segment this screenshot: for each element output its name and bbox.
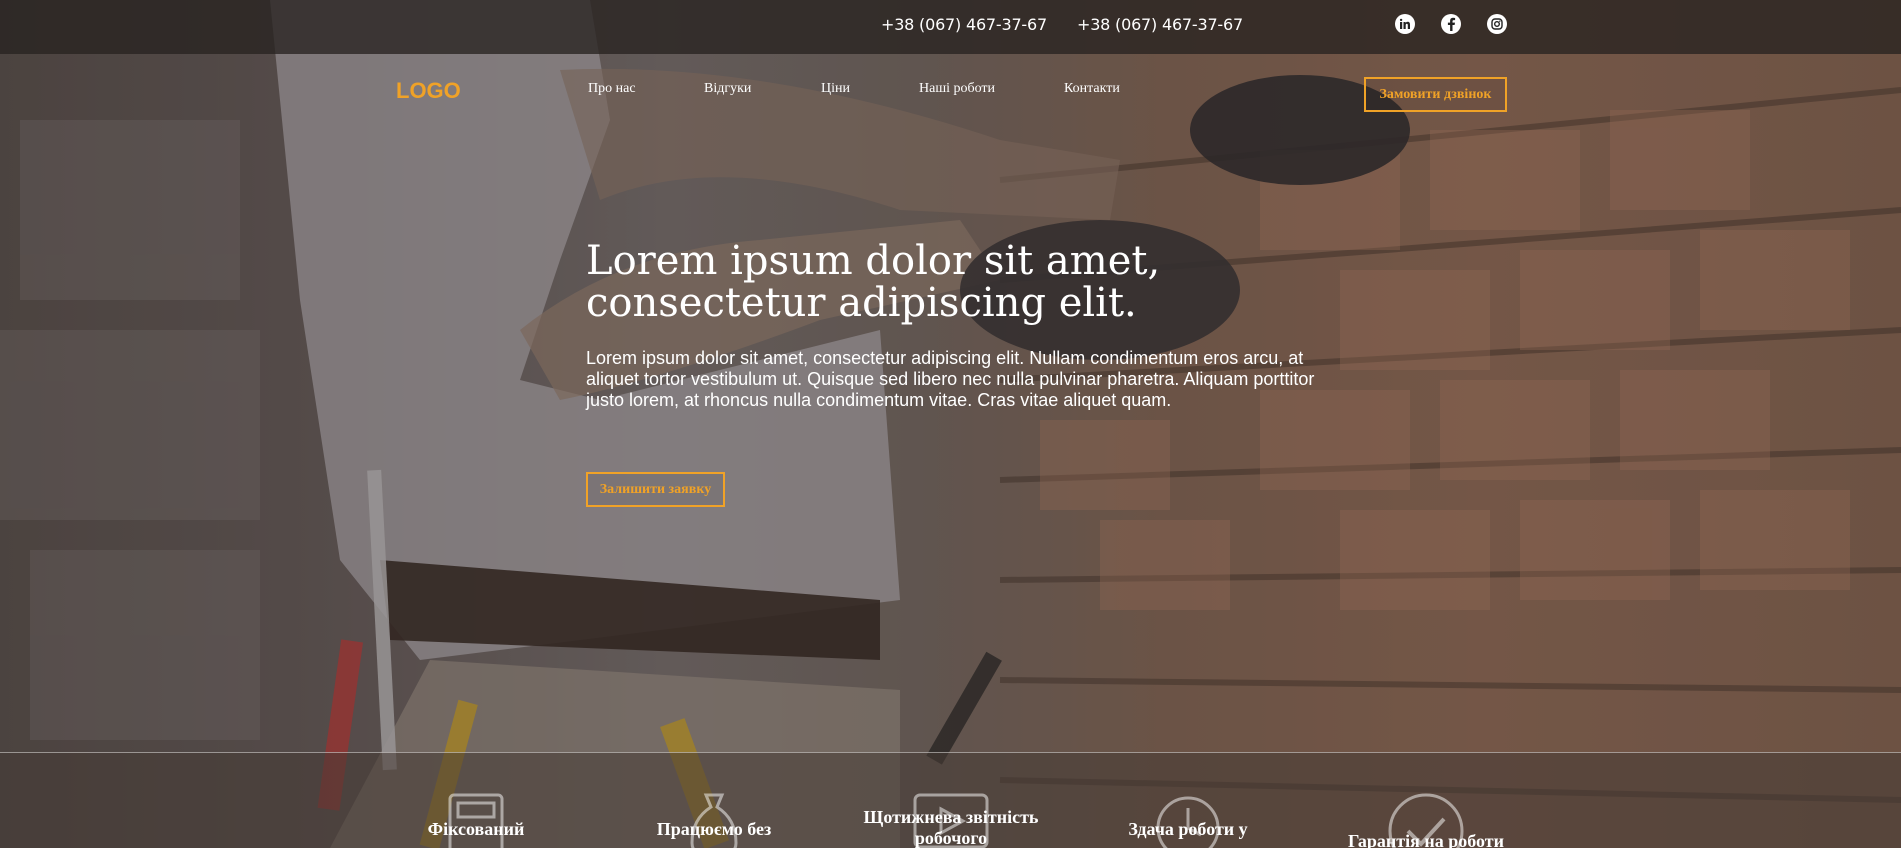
instagram-icon[interactable] (1487, 14, 1507, 34)
hero-background-image (0, 0, 1901, 848)
hero-description: Lorem ipsum dolor sit amet, consectetur … (586, 348, 1315, 410)
top-bar: +38 (067) 467-37-67 +38 (067) 467-37-67 (0, 0, 1901, 54)
features-strip: Фіксований Працюємо без Щотижнева звітні… (0, 752, 1901, 848)
nav-item-reviews[interactable]: Відгуки (704, 81, 751, 97)
leave-request-button[interactable]: Залишити заявку (586, 472, 725, 507)
nav-item-prices[interactable]: Ціни (821, 81, 850, 97)
feature-warranty: Гарантія на роботи (1326, 753, 1526, 848)
hero-title: Lorem ipsum dolor sit amet, consectetur … (586, 238, 1161, 326)
phone-number-1[interactable]: +38 (067) 467-37-67 (881, 15, 1047, 34)
nav-item-our-works[interactable]: Наші роботи (919, 81, 995, 97)
facebook-icon[interactable] (1441, 14, 1461, 34)
feature-on-time-delivery: Здача роботи у (1108, 753, 1268, 848)
feature-fixed-price: Фіксований (396, 753, 556, 848)
logo[interactable]: LOGO (396, 78, 461, 104)
feature-weekly-report: Щотижнева звітність робочого (856, 753, 1046, 848)
feature-no-prepayment: Працюємо без (634, 753, 794, 848)
order-call-button[interactable]: Замовити дзвінок (1364, 77, 1507, 112)
nav-item-contacts[interactable]: Контакти (1064, 81, 1120, 97)
nav-item-about[interactable]: Про нас (588, 81, 636, 97)
linkedin-icon[interactable] (1395, 14, 1415, 34)
phone-number-2[interactable]: +38 (067) 467-37-67 (1077, 15, 1243, 34)
